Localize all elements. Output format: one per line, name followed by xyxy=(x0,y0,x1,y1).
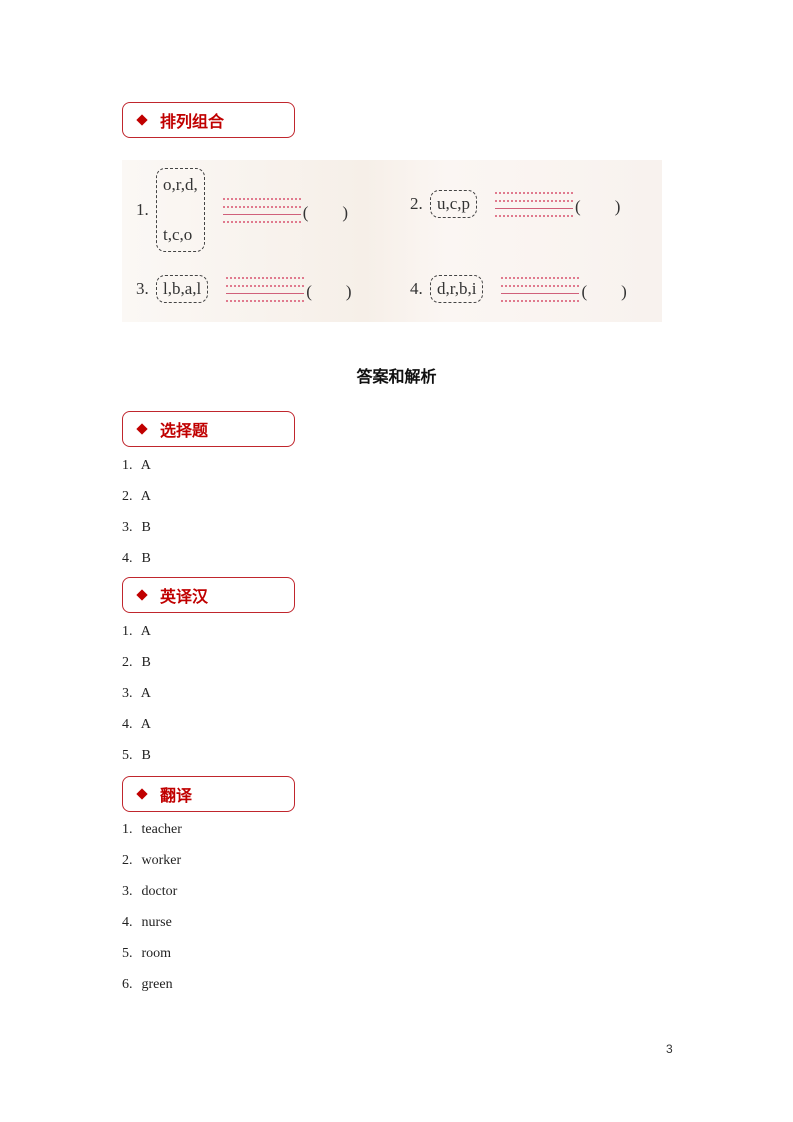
answer-item: 2. B xyxy=(122,655,151,670)
letter-box: d,r,b,i xyxy=(430,275,484,304)
answer-item: 1. A xyxy=(122,624,151,639)
diamond-bullet-icon xyxy=(136,788,148,800)
exercise-item-4: 4. d,r,b,i ( ) xyxy=(410,275,627,304)
letter-box: u,c,p xyxy=(430,190,478,219)
section-header-arrange: 排列组合 xyxy=(122,102,295,138)
writing-lines xyxy=(501,276,580,302)
letters-line-2: t,c,o xyxy=(163,224,193,244)
section-title: 翻译 xyxy=(160,786,193,805)
answer-item: 2. worker xyxy=(122,853,182,868)
answer-item: 1. teacher xyxy=(122,822,182,837)
answer-paren: ( ) xyxy=(575,196,621,216)
exercise-image: 1. o,r,d, t,c,o ( ) 2. u,c,p ( ) 3. l,b,… xyxy=(122,160,662,322)
answer-item: 4. A xyxy=(122,717,151,732)
answer-item: 4. nurse xyxy=(122,915,172,930)
answer-item: 5. room xyxy=(122,946,172,961)
answer-item: 3. B xyxy=(122,520,151,535)
exercise-item-2: 2. u,c,p ( ) xyxy=(410,190,621,219)
letters-line-1: o,r,d, xyxy=(163,175,198,194)
section-header-en-cn: 英译汉 xyxy=(122,577,295,613)
answer-paren: ( ) xyxy=(302,202,349,222)
letter-box: l,b,a,l xyxy=(156,275,209,304)
diamond-bullet-icon xyxy=(136,423,148,435)
section-header-translate: 翻译 xyxy=(122,776,295,812)
answer-item: 3. A xyxy=(122,686,151,701)
section-title: 排列组合 xyxy=(160,112,225,131)
answer-item: 5. B xyxy=(122,748,151,763)
answer-paren: ( ) xyxy=(306,281,352,301)
answer-item: 1. A xyxy=(122,458,151,473)
writing-lines xyxy=(495,191,574,217)
exercise-item-1: 1. o,r,d, t,c,o ( ) xyxy=(136,168,348,252)
diamond-bullet-icon xyxy=(136,589,148,601)
letter-box: o,r,d, t,c,o xyxy=(156,168,205,252)
writing-lines xyxy=(222,197,301,223)
answer-item: 3. doctor xyxy=(122,884,178,899)
exercise-item-3: 3. l,b,a,l ( ) xyxy=(136,275,352,304)
diamond-bullet-icon xyxy=(136,114,148,126)
item-number: 4. xyxy=(410,279,423,299)
writing-lines xyxy=(226,276,305,302)
section-header-choice: 选择题 xyxy=(122,411,295,447)
section-title: 选择题 xyxy=(160,421,209,440)
section-title: 英译汉 xyxy=(160,587,209,606)
page-number: 3 xyxy=(666,1042,673,1056)
answer-item: 2. A xyxy=(122,489,151,504)
item-number: 1. xyxy=(136,200,149,219)
item-number: 3. xyxy=(136,279,149,299)
item-number: 2. xyxy=(410,194,423,214)
answer-item: 6. green xyxy=(122,977,173,992)
answer-title: 答案和解析 xyxy=(356,367,437,386)
answer-paren: ( ) xyxy=(581,281,627,301)
answer-item: 4. B xyxy=(122,551,151,566)
